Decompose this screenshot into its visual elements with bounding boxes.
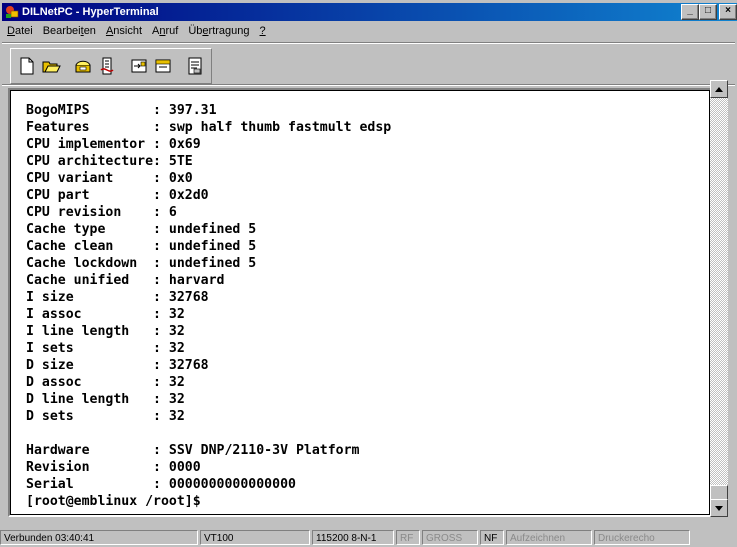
terminal-line: D line length : 32 <box>26 392 185 407</box>
terminal-line: CPU implementor : 0x69 <box>26 137 201 152</box>
menu-help[interactable]: ? <box>255 25 271 37</box>
terminal-line: CPU revision : 6 <box>26 205 177 220</box>
terminal-line: [root@emblinux /root]$ <box>26 494 201 509</box>
vertical-scrollbar[interactable] <box>710 80 728 517</box>
terminal-line: Features : swp half thumb fastmult edsp <box>26 120 392 135</box>
toolbar <box>10 48 212 84</box>
menu-datei[interactable]: Datei <box>2 25 38 37</box>
open-icon[interactable] <box>39 54 63 78</box>
terminal-line: D sets : 32 <box>26 409 185 424</box>
status-connected-time: Verbunden 03:40:41 <box>0 529 198 545</box>
hyperterminal-app-icon[interactable] <box>5 5 19 19</box>
receive-icon[interactable] <box>151 54 175 78</box>
arrow-up-icon <box>715 86 723 92</box>
terminal-line: Cache clean : undefined 5 <box>26 239 257 254</box>
status-port-settings: 115200 8-N-1 <box>312 529 394 545</box>
terminal-line: I size : 32768 <box>26 290 209 305</box>
minimize-button[interactable]: _ <box>681 4 699 20</box>
terminal-line: Cache lockdown : undefined 5 <box>26 256 257 271</box>
maximize-button[interactable]: □ <box>699 4 717 20</box>
close-button[interactable]: × <box>719 4 737 20</box>
status-gross: GROSS <box>422 529 478 545</box>
hyperterminal-window: DILNetPC - HyperTerminal _ □ × Datei Bea… <box>0 0 737 547</box>
terminal-screen[interactable]: BogoMIPS : 397.31 Features : swp half thu… <box>10 90 710 515</box>
connect-phone-icon[interactable] <box>71 54 95 78</box>
menu-ansicht[interactable]: Ansicht <box>101 25 147 37</box>
window-title: DILNetPC - HyperTerminal <box>22 6 159 18</box>
status-druckerecho: Druckerecho <box>594 529 690 545</box>
toolbar-separator <box>2 84 735 86</box>
disconnect-icon[interactable] <box>95 54 119 78</box>
arrow-down-icon <box>715 505 723 511</box>
terminal-line: I line length : 32 <box>26 324 185 339</box>
terminal-line: CPU architecture: 5TE <box>26 154 193 169</box>
menu-separator <box>2 42 735 44</box>
title-bar[interactable]: DILNetPC - HyperTerminal _ □ × <box>2 3 737 21</box>
terminal-line: Hardware : SSV DNP/2110-3V Platform <box>26 443 360 458</box>
menu-bar: Datei Bearbeiten Ansicht Anruf Übertragu… <box>2 22 271 40</box>
terminal-line: CPU part : 0x2d0 <box>26 188 209 203</box>
terminal-line: CPU variant : 0x0 <box>26 171 193 186</box>
scroll-track[interactable] <box>710 98 728 499</box>
terminal-line: I assoc : 32 <box>26 307 185 322</box>
terminal-line: Revision : 0000 <box>26 460 201 475</box>
menu-anruf[interactable]: Anruf <box>147 25 183 37</box>
menu-bearbeiten[interactable]: Bearbeiten <box>38 25 101 37</box>
properties-icon[interactable] <box>183 54 207 78</box>
new-icon[interactable] <box>15 54 39 78</box>
menu-uebertragung[interactable]: Übertragung <box>183 25 254 37</box>
send-icon[interactable] <box>127 54 151 78</box>
status-rf: RF <box>396 529 420 545</box>
scroll-up-button[interactable] <box>710 80 728 98</box>
terminal-line: I sets : 32 <box>26 341 185 356</box>
status-emulation: VT100 <box>200 529 310 545</box>
scroll-down-button[interactable] <box>710 499 728 517</box>
terminal-line: D size : 32768 <box>26 358 209 373</box>
terminal-line: Serial : 0000000000000000 <box>26 477 296 492</box>
terminal-line: D assoc : 32 <box>26 375 185 390</box>
status-nf: NF <box>480 529 504 545</box>
status-aufzeichnen: Aufzeichnen <box>506 529 592 545</box>
terminal-output: BogoMIPS : 397.31 Features : swp half thu… <box>26 102 391 510</box>
status-bar: Verbunden 03:40:41 VT100 115200 8-N-1 RF… <box>0 527 737 547</box>
terminal-line: BogoMIPS : 397.31 <box>26 103 217 118</box>
terminal-line: Cache type : undefined 5 <box>26 222 257 237</box>
terminal-line: Cache unified : harvard <box>26 273 225 288</box>
